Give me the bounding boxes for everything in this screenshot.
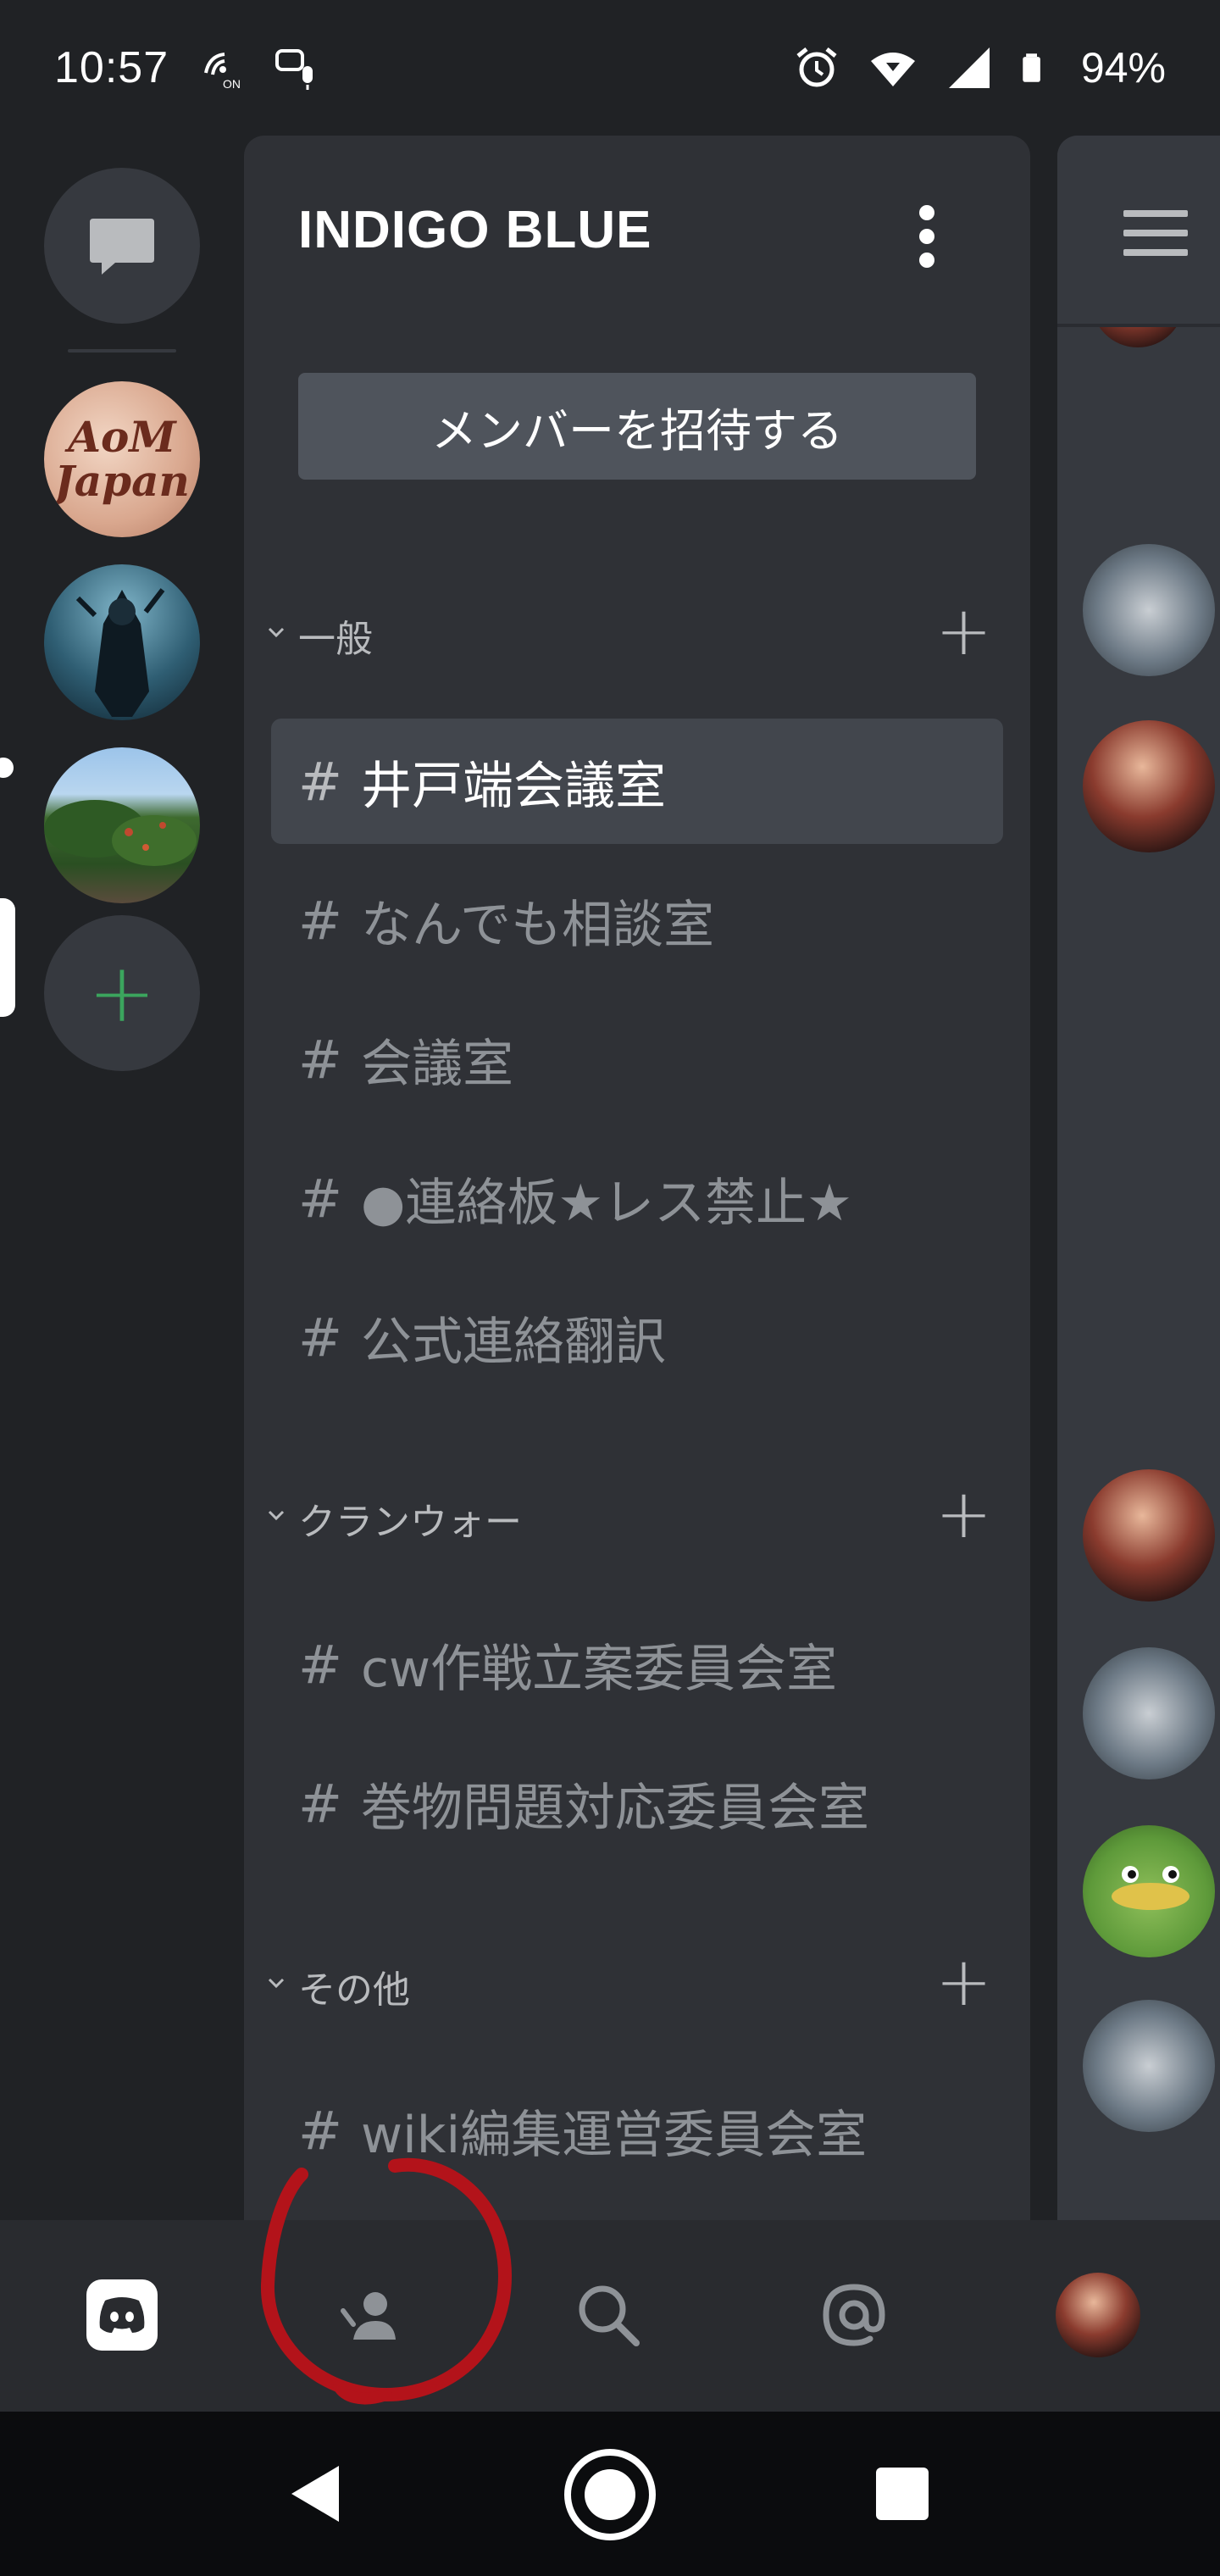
status-right: 94% [793,43,1166,92]
status-bar: 10:57 ON 94% [0,0,1220,136]
channel-name: 会議室 [361,1034,513,1094]
nav-mentions-button[interactable] [800,2261,908,2369]
nav-friends-button[interactable] [317,2261,425,2369]
hash-icon: # [298,1306,342,1368]
nav-home-button[interactable] [68,2261,176,2369]
channel-item[interactable]: # 井戸端会議室 [271,719,1003,844]
status-left: 10:57 ON [54,42,321,93]
hash-icon: # [298,1633,342,1696]
add-channel-icon[interactable]: + [935,1480,992,1548]
invite-members-button[interactable]: メンバーを招待する [298,373,976,480]
channel-name: 井戸端会議室 [361,756,666,816]
category-other[interactable]: その他 + [244,1948,1030,2018]
channel-name: ●連絡板★レス禁止★ [361,1173,852,1233]
channel-panel: INDIGO BLUE メンバーを招待する 一般 + # 井戸端会議室 # なん… [244,136,1030,2220]
back-icon[interactable] [288,2464,342,2523]
android-nav-bar [0,2412,1220,2576]
hash-icon: # [298,1167,342,1230]
nav-profile-button[interactable] [1044,2261,1152,2369]
wifi-icon [870,53,915,86]
hash-icon: # [298,1772,342,1835]
nfc-on-icon: ON [204,53,241,91]
bottom-nav [0,2220,1220,2412]
recents-icon[interactable] [876,2468,929,2520]
member-avatar [1083,2000,1215,2132]
channel-item[interactable]: # 巻物問題対応委員会室 [271,1740,1003,1866]
channel-name: 公式連絡翻訳 [361,1312,666,1372]
svg-text:ON: ON [223,77,241,91]
channel-name: wiki編集運営委員会室 [361,2105,868,2165]
tree-scene-icon [44,800,197,866]
chevron-down-icon [268,1978,285,1989]
nav-search-button[interactable] [554,2261,663,2369]
category-label: クランウォー [298,1501,522,1544]
channel-item[interactable]: # 公式連絡翻訳 [271,1274,1003,1400]
search-icon [579,2285,640,2346]
chat-bubble-icon [90,219,154,275]
selected-server-indicator [0,898,15,1017]
channel-item[interactable]: # なんでも相談室 [271,858,1003,983]
signal-icon [948,47,990,88]
category-clan-war[interactable]: クランウォー + [244,1480,1030,1551]
member-avatar [1083,1825,1215,1957]
channel-item[interactable]: # cw作戦立案委員会室 [271,1602,1003,1727]
server-avatar-text: AoM Japan [54,412,190,506]
alarm-icon [796,47,837,87]
hash-icon: # [298,889,342,952]
hash-icon: # [298,750,342,813]
unread-indicator [0,758,14,778]
add-server-button[interactable]: + [44,915,200,1071]
more-options-icon[interactable] [915,202,939,278]
member-avatar [1083,544,1215,676]
member-avatar [1083,1647,1215,1779]
assassin-figure-icon [75,588,165,717]
channel-item[interactable]: # 会議室 [271,997,1003,1122]
duck-face-icon [1112,1866,1190,1910]
server-name: INDIGO BLUE [298,201,652,259]
add-channel-icon[interactable]: + [935,597,992,665]
profile-avatar [1056,2273,1140,2357]
channel-name: 巻物問題対応委員会室 [361,1778,869,1838]
discord-home-icon [86,2279,158,2351]
voice-notify-icon [275,49,313,90]
direct-messages-button[interactable] [44,168,200,324]
plus-icon: + [87,946,157,1041]
battery-icon [1023,53,1040,82]
mentions-icon [823,2284,885,2346]
channel-name: なんでも相談室 [361,895,714,955]
server-rail: AoM Japan + [0,136,244,2220]
add-channel-icon[interactable]: + [935,1948,992,2016]
category-label: その他 [298,1968,410,2012]
hamburger-icon[interactable] [1123,210,1188,256]
server-aom-japan[interactable]: AoM Japan [44,381,200,537]
category-general[interactable]: 一般 + [244,597,1030,668]
server-tree-avatar[interactable] [44,747,200,903]
friends-icon [341,2292,396,2340]
chevron-down-icon [268,1510,285,1521]
chevron-down-icon [268,627,285,638]
home-icon[interactable] [563,2447,657,2542]
status-time: 10:57 [54,43,169,92]
rail-divider [68,349,176,353]
hash-icon: # [298,1028,342,1091]
channel-item[interactable]: # wiki編集運営委員会室 [271,2068,1003,2193]
battery-percent: 94% [1080,44,1166,92]
server-header[interactable]: INDIGO BLUE [244,136,1030,330]
discord-mobile-screen: 10:57 ON 94% AoM Japan + INDIGO BLUE メンバ… [0,0,1220,2576]
chat-peek-pane[interactable] [1057,136,1220,2220]
chat-header [1057,136,1220,327]
member-avatar [1083,720,1215,852]
server-assassin-avatar[interactable] [44,564,200,720]
category-label: 一般 [298,618,373,661]
channel-name: cw作戦立案委員会室 [361,1639,838,1699]
channel-item[interactable]: # ●連絡板★レス禁止★ [271,1135,1003,1261]
hash-icon: # [298,2099,342,2162]
member-avatar [1083,1469,1215,1602]
